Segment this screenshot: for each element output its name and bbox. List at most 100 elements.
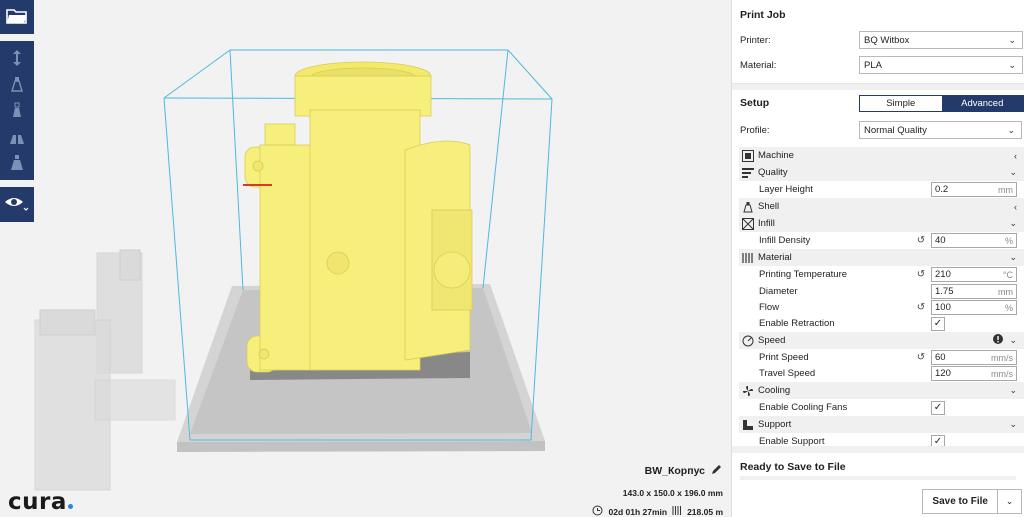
material-icon — [742, 252, 754, 264]
category-machine[interactable]: Machine ‹ — [739, 147, 1024, 164]
sidebar: Print Job Printer: BQ Witbox ⌄ Material:… — [731, 0, 1024, 517]
category-material[interactable]: Material ⌄ — [739, 249, 1024, 266]
setting-infill-density: Infill Density ↺ 40% — [740, 232, 1017, 249]
printing-temperature-input[interactable]: 210 °C — [931, 267, 1017, 282]
setting-layer-height: Layer Height 0.2 mm — [740, 181, 1017, 198]
save-controls: Save to File ⌄ — [922, 489, 1022, 514]
ready-status: Ready to Save to File — [740, 461, 846, 473]
open-file-button[interactable] — [0, 0, 34, 34]
chevron-down-icon: ⌄ — [1009, 252, 1017, 262]
shell-icon — [742, 201, 754, 213]
printer-row: Printer: BQ Witbox ⌄ — [740, 31, 1023, 49]
filament-length: 218.05 m — [687, 506, 723, 517]
reset-icon[interactable]: ↺ — [915, 302, 927, 313]
profile-row: Profile: Normal Quality ⌄ — [740, 121, 1022, 139]
settings-list[interactable]: Machine ‹ Quality ⌄ Layer Height 0.2 mm S… — [732, 146, 1024, 446]
scale-icon[interactable] — [5, 72, 29, 96]
per-model-settings-icon[interactable] — [5, 151, 29, 175]
simple-mode-button[interactable]: Simple — [860, 96, 942, 111]
diameter-input[interactable]: 1.75 mm — [931, 284, 1017, 299]
reset-icon[interactable]: ↺ — [915, 352, 927, 363]
folder-open-icon — [6, 7, 28, 28]
3d-viewport[interactable]: cura BW_Корпус 143.0 x 150.0 x 196.0 mm … — [0, 0, 731, 517]
travel-speed-input[interactable]: 120 mm/s — [931, 366, 1017, 381]
print-time: 02d 01h 27min — [608, 506, 668, 517]
rotate-icon[interactable] — [5, 98, 29, 122]
category-quality[interactable]: Quality ⌄ — [739, 164, 1024, 181]
ghost-printer — [34, 249, 176, 491]
category-infill[interactable]: Infill ⌄ — [739, 215, 1024, 232]
progress-bar — [740, 476, 1016, 480]
reset-icon[interactable]: ↺ — [915, 269, 927, 280]
profile-label: Profile: — [740, 124, 770, 136]
profile-select[interactable]: Normal Quality ⌄ — [859, 121, 1022, 139]
fan-icon — [742, 385, 754, 397]
machine-icon — [742, 149, 754, 162]
infill-icon — [742, 217, 754, 230]
setting-flow: Flow ↺ 100% — [740, 299, 1017, 316]
build-volume-scene — [34, 49, 553, 491]
material-row: Material: PLA ⌄ — [740, 56, 1023, 74]
save-to-file-button[interactable]: Save to File — [922, 489, 998, 514]
chevron-down-icon: ⌄ — [1009, 218, 1017, 228]
infill-density-input[interactable]: 40% — [931, 233, 1017, 248]
mirror-icon[interactable] — [5, 125, 29, 149]
setup-title: Setup — [740, 97, 770, 109]
chevron-down-icon: ⌄ — [1007, 124, 1015, 135]
chevron-down-icon: ⌄ — [1009, 419, 1017, 429]
setting-printing-temperature: Printing Temperature ↺ 210 °C — [740, 266, 1017, 283]
chevron-down-icon: ⌄ — [1008, 59, 1016, 70]
model-name: BW_Корпус — [592, 463, 723, 478]
3d-model — [244, 61, 473, 373]
print-estimates: 02d 01h 27min 218.05 m — [592, 505, 723, 517]
category-support[interactable]: Support ⌄ — [739, 416, 1024, 433]
eye-icon — [4, 194, 30, 215]
setting-print-speed: Print Speed ↺ 60 mm/s — [740, 349, 1017, 366]
category-speed[interactable]: Speed ⌄ — [739, 332, 1024, 349]
view-mode-button[interactable] — [0, 187, 34, 222]
advanced-mode-button[interactable]: Advanced — [941, 96, 1023, 111]
quality-icon — [742, 167, 754, 179]
model-dimensions: 143.0 x 150.0 x 196.0 mm — [622, 488, 723, 498]
output-device-dropdown[interactable]: ⌄ — [998, 489, 1022, 514]
info-icon[interactable] — [993, 334, 1004, 347]
category-cooling[interactable]: Cooling ⌄ — [739, 382, 1024, 399]
printer-label: Printer: — [740, 34, 771, 46]
printer-select[interactable]: BQ Witbox ⌄ — [859, 31, 1023, 49]
enable-retraction-checkbox[interactable]: ✓ — [931, 316, 945, 331]
chevron-left-icon: ‹ — [1014, 201, 1017, 212]
print-job-section: Print Job Printer: BQ Witbox ⌄ Material:… — [732, 0, 1024, 84]
category-shell[interactable]: Shell ‹ — [739, 198, 1024, 215]
divider — [732, 446, 1024, 453]
print-speed-input[interactable]: 60 mm/s — [931, 350, 1017, 365]
cura-logo: cura — [8, 489, 73, 515]
transform-tools — [0, 41, 34, 180]
translate-icon[interactable] — [5, 46, 29, 70]
enable-support-checkbox[interactable]: ✓ — [931, 434, 945, 446]
chevron-left-icon: ‹ — [1014, 150, 1017, 161]
divider — [732, 84, 1024, 90]
material-label: Material: — [740, 59, 777, 71]
chevron-down-icon: ⌄ — [1009, 167, 1017, 177]
chevron-down-icon: ⌄ — [1009, 335, 1017, 345]
enable-cooling-fans-checkbox[interactable]: ✓ — [931, 400, 945, 415]
setting-enable-retraction: Enable Retraction ✓ — [740, 315, 1017, 332]
model-info: BW_Корпус 143.0 x 150.0 x 196.0 mm 02d 0… — [592, 463, 723, 517]
setting-diameter: Diameter 1.75 mm — [740, 283, 1017, 300]
chevron-down-icon: ⌄ — [1008, 34, 1016, 45]
setting-enable-cooling-fans: Enable Cooling Fans ✓ — [740, 399, 1017, 416]
layer-height-input[interactable]: 0.2 mm — [931, 182, 1017, 197]
reset-icon[interactable]: ↺ — [915, 235, 927, 246]
speed-icon — [742, 335, 754, 347]
chevron-down-icon: ⌄ — [1009, 385, 1017, 395]
setup-mode-toggle: Simple Advanced — [859, 95, 1024, 112]
clock-icon — [592, 505, 603, 517]
filament-icon — [672, 505, 682, 517]
pencil-icon[interactable] — [711, 463, 723, 478]
setting-enable-support: Enable Support ✓ — [740, 433, 1017, 446]
flow-input[interactable]: 100% — [931, 300, 1017, 315]
support-icon — [742, 419, 754, 431]
setting-travel-speed: Travel Speed 120 mm/s — [740, 365, 1017, 382]
material-select[interactable]: PLA ⌄ — [859, 56, 1023, 74]
print-job-title: Print Job — [740, 9, 786, 21]
